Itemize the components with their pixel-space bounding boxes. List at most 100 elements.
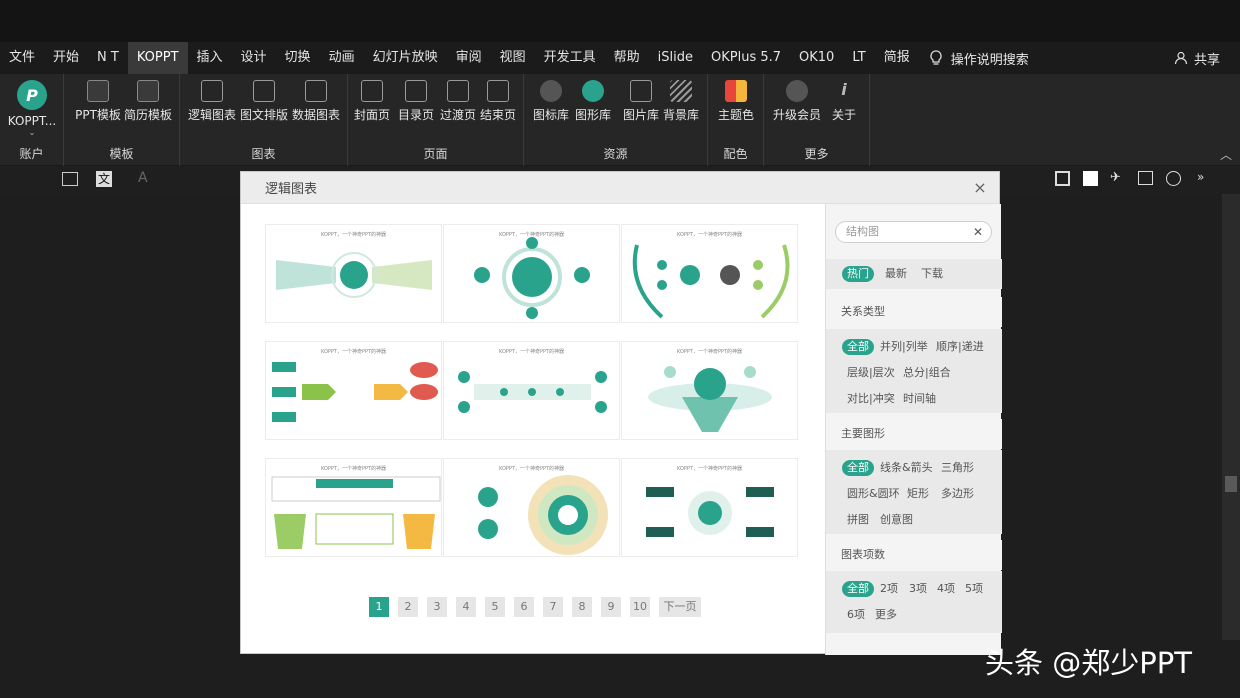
template-card[interactable]: KOPPT，一个神奇PPT的神器	[621, 458, 798, 557]
search-label: 操作说明搜索	[950, 52, 1029, 68]
data-chart-button[interactable]: 数据图表	[290, 80, 342, 123]
relation-contrast-tag[interactable]: 对比|冲突	[842, 391, 900, 407]
tell-me-search[interactable]: 操作说明搜索	[919, 49, 1039, 68]
template-card[interactable]: KOPPT，一个神奇PPT的神器	[621, 224, 798, 323]
about-button[interactable]: i 关于	[818, 80, 870, 123]
transition-page-button[interactable]: 过渡页	[436, 80, 480, 123]
menu-animation[interactable]: 动画	[320, 42, 364, 74]
fill-icon[interactable]	[1083, 171, 1098, 186]
page-3-button[interactable]: 3	[427, 597, 447, 617]
collapse-ribbon-icon[interactable]: ︿	[1220, 146, 1232, 163]
menu-lt[interactable]: LT	[843, 42, 874, 74]
clear-search-icon[interactable]: ✕	[973, 222, 983, 242]
resume-template-button[interactable]: 简历模板	[122, 80, 174, 123]
menu-slideshow[interactable]: 幻灯片放映	[364, 42, 447, 74]
end-page-button[interactable]: 结束页	[476, 80, 520, 123]
circle-icon[interactable]	[1166, 171, 1181, 186]
more-icon[interactable]: »	[1197, 170, 1204, 184]
page-7-button[interactable]: 7	[543, 597, 563, 617]
menu-design[interactable]: 设计	[232, 42, 276, 74]
menu-okplus[interactable]: OKPlus 5.7	[702, 42, 790, 74]
toc-page-button[interactable]: 目录页	[394, 80, 438, 123]
menu-review[interactable]: 审阅	[447, 42, 491, 74]
count-4-tag[interactable]: 4项	[932, 581, 960, 597]
text-effect-icon[interactable]: A	[138, 170, 148, 186]
page-5-button[interactable]: 5	[485, 597, 505, 617]
template-card[interactable]: KOPPT，一个神奇PPT的神器	[443, 458, 620, 557]
menu-help[interactable]: 帮助	[605, 42, 649, 74]
shape-rect-tag[interactable]: 矩形	[902, 486, 934, 502]
shape-circle-tag[interactable]: 圆形&圆环	[842, 486, 905, 502]
ppt-template-button[interactable]: PPT模板	[72, 80, 124, 123]
count-5-tag[interactable]: 5项	[960, 581, 988, 597]
relation-timeline-tag[interactable]: 时间轴	[898, 391, 941, 407]
picture-icon[interactable]	[1138, 171, 1153, 185]
count-all-tag[interactable]: 全部	[842, 581, 874, 597]
vertical-scrollbar[interactable]	[1222, 194, 1240, 640]
dialog-titlebar: 逻辑图表 ×	[241, 172, 999, 204]
text-box-icon[interactable]	[62, 172, 78, 186]
sort-new-tag[interactable]: 最新	[880, 266, 912, 282]
menu-transition[interactable]: 切换	[276, 42, 320, 74]
menu-file[interactable]: 文件	[0, 42, 44, 74]
page-8-button[interactable]: 8	[572, 597, 592, 617]
relation-all-tag[interactable]: 全部	[842, 339, 874, 355]
menu-nt[interactable]: N T	[88, 42, 128, 74]
page-2-button[interactable]: 2	[398, 597, 418, 617]
shape-library-button[interactable]: 图形库	[570, 80, 616, 123]
count-more-tag[interactable]: 更多	[870, 607, 902, 623]
shape-all-tag[interactable]: 全部	[842, 460, 874, 476]
person-icon	[1174, 51, 1188, 65]
template-card[interactable]: KOPPT，一个神奇PPT的神器	[265, 341, 442, 440]
template-card[interactable]: KOPPT，一个神奇PPT的神器	[265, 224, 442, 323]
count-3-tag[interactable]: 3项	[904, 581, 932, 597]
template-card[interactable]: KOPPT，一个神奇PPT的神器	[265, 458, 442, 557]
logic-chart-button[interactable]: 逻辑图表	[186, 80, 238, 123]
icon-library-button[interactable]: 图标库	[528, 80, 574, 123]
close-icon[interactable]: ×	[971, 179, 989, 197]
page-4-button[interactable]: 4	[456, 597, 476, 617]
sort-hot-tag[interactable]: 热门	[842, 266, 874, 282]
theme-color-button[interactable]: 主题色	[710, 80, 762, 123]
relation-parallel-tag[interactable]: 并列|列举	[875, 339, 933, 355]
page-10-button[interactable]: 10	[630, 597, 650, 617]
next-page-button[interactable]: 下一页	[659, 597, 701, 617]
sort-download-tag[interactable]: 下载	[916, 266, 948, 282]
menu-koppt[interactable]: KOPPT	[127, 42, 188, 74]
page-9-button[interactable]: 9	[601, 597, 621, 617]
template-card[interactable]: KOPPT，一个神奇PPT的神器	[443, 224, 620, 323]
shape-puzzle-tag[interactable]: 拼图	[842, 512, 874, 528]
menu-ok10[interactable]: OK10	[790, 42, 843, 74]
menu-brief[interactable]: 简报	[875, 42, 919, 74]
shape-polygon-tag[interactable]: 多边形	[936, 486, 979, 502]
background-library-button[interactable]: 背景库	[658, 80, 704, 123]
relation-level-tag[interactable]: 层级|层次	[842, 365, 900, 381]
scrollbar-thumb[interactable]	[1225, 476, 1237, 492]
count-2-tag[interactable]: 2项	[875, 581, 903, 597]
share-button[interactable]: 共享	[1164, 49, 1240, 68]
font-icon[interactable]: 文	[96, 171, 112, 187]
menu-view[interactable]: 视图	[491, 42, 535, 74]
template-card[interactable]: KOPPT，一个神奇PPT的神器	[443, 341, 620, 440]
group-page: 封面页 目录页 过渡页 结束页 页面	[348, 74, 524, 166]
crop-icon[interactable]	[1055, 171, 1070, 186]
relation-sequence-tag[interactable]: 顺序|递进	[931, 339, 989, 355]
count-6-tag[interactable]: 6项	[842, 607, 870, 623]
search-input[interactable]: 结构图 ✕	[835, 221, 992, 243]
sort-section: 热门 最新 下载	[826, 259, 1002, 289]
koppt-account-button[interactable]: P KOPPT... ⌄	[4, 80, 60, 137]
page-6-button[interactable]: 6	[514, 597, 534, 617]
menu-home[interactable]: 开始	[44, 42, 88, 74]
shape-line-arrow-tag[interactable]: 线条&箭头	[875, 460, 938, 476]
shape-triangle-tag[interactable]: 三角形	[936, 460, 979, 476]
cover-page-button[interactable]: 封面页	[350, 80, 394, 123]
template-card[interactable]: KOPPT，一个神奇PPT的神器	[621, 341, 798, 440]
menu-developer[interactable]: 开发工具	[535, 42, 605, 74]
layout-button[interactable]: 图文排版	[238, 80, 290, 123]
bird-icon[interactable]: ✈	[1110, 170, 1121, 185]
shape-creative-tag[interactable]: 创意图	[875, 512, 918, 528]
page-1-button[interactable]: 1	[369, 597, 389, 617]
menu-islide[interactable]: iSlide	[649, 42, 702, 74]
relation-total-tag[interactable]: 总分|组合	[898, 365, 956, 381]
menu-insert[interactable]: 插入	[188, 42, 232, 74]
